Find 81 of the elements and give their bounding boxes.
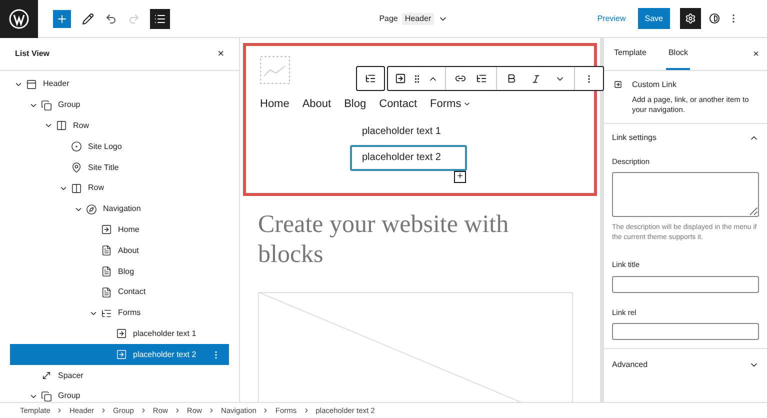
nav-link[interactable]: Blog [344,96,366,112]
link-block-icon [614,79,622,90]
panel-title[interactable]: Link settings [612,132,656,144]
submenu-icon[interactable] [365,73,376,84]
pin-icon [71,162,82,174]
nav-link[interactable]: Forms [430,96,472,112]
separator-icon [140,407,147,414]
tree-item[interactable]: Navigation [10,198,229,220]
document-title[interactable]: Header [402,12,434,24]
block-title: Custom Link [632,79,678,91]
logo-placeholder-icon [260,56,290,84]
close-button[interactable]: × [218,46,224,62]
tree-item[interactable]: Site Logo [10,136,229,158]
tree-item[interactable]: Row [10,178,229,199]
separator-icon [302,407,310,414]
nav-link[interactable]: Contact [379,96,418,112]
preview-link[interactable]: Preview [597,12,626,24]
header-icon [26,78,37,90]
separator-icon [262,407,270,414]
add-block-button[interactable] [53,10,71,28]
sidebar-tab[interactable]: Block [666,38,690,70]
wordpress-logo[interactable] [0,0,38,38]
link-block-icon[interactable] [395,73,406,84]
link-icon [116,349,127,360]
group-icon [41,390,52,402]
plus-icon [56,12,68,24]
row-icon [71,182,82,194]
tree-item[interactable]: Blog [10,261,229,282]
tree-item[interactable]: Spacer [10,365,229,386]
page-icon [101,286,112,298]
page-icon [101,245,112,256]
list-view-button[interactable] [150,8,170,28]
link-icon [101,224,112,236]
settings-button[interactable] [680,8,701,29]
tree-item[interactable]: Row [10,116,229,136]
add-item-button[interactable]: + [454,170,466,182]
tree-item[interactable]: Group [10,386,229,402]
panel-title: List View [15,48,50,60]
panel-title[interactable]: Advanced [612,358,648,371]
submenu-icon[interactable] [476,73,487,84]
submenu-item[interactable]: placeholder text 2 [350,144,467,170]
navigation-icon [86,204,97,215]
tree-item[interactable]: About [10,240,229,262]
page-icon [101,266,112,278]
contrast-icon[interactable] [709,13,720,24]
submenu-item[interactable]: placeholder text 1 [350,118,467,144]
separator-icon [208,407,215,414]
pencil-icon[interactable] [82,12,94,24]
logo-icon [71,141,82,152]
nav-link[interactable]: About [302,96,332,112]
page-heading: Create your website with blocks [257,210,510,270]
row-icon [56,120,67,132]
settings-icon [685,13,696,24]
link-title-field[interactable] [612,276,759,292]
close-button[interactable]: × [753,46,759,62]
document-type: Page [379,12,398,24]
italic-icon[interactable] [531,74,541,84]
tree-item[interactable]: Contact [10,282,229,303]
spacer-icon [41,370,52,382]
tree-item[interactable]: Header [10,74,229,95]
link-icon [116,328,127,340]
link-rel-field[interactable] [612,322,759,340]
sidebar-tab[interactable]: Template [612,38,648,70]
separator-icon [100,407,108,414]
tree-item[interactable]: Forms [10,302,229,324]
group-icon [41,100,52,111]
bold-icon[interactable] [506,73,517,84]
tree-item[interactable]: Site Title [10,157,229,178]
tree-item[interactable]: placeholder text 1 [10,324,229,344]
separator-icon [174,407,181,414]
nav-link[interactable]: Home [260,96,290,112]
tree-item[interactable]: Group [10,94,229,116]
separator-icon [56,407,64,414]
description-field[interactable] [612,172,759,218]
undo-icon[interactable] [105,12,117,24]
submenu-icon [101,308,112,319]
drag-icon[interactable] [412,74,422,84]
link-icon[interactable] [455,73,466,84]
tree-item[interactable]: Home [10,220,229,240]
save-button[interactable]: Save [638,8,670,29]
tree-item[interactable]: placeholder text 2 [10,344,229,366]
